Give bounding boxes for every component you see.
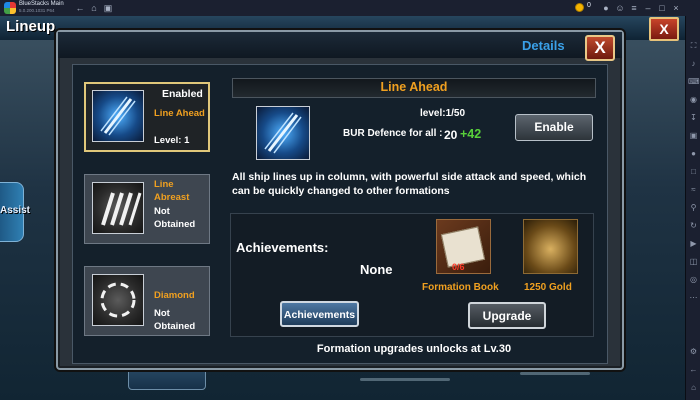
stat-value: 20: [444, 128, 458, 142]
coin-count: 0: [587, 2, 591, 9]
ship-wake: [360, 378, 450, 381]
macro-icon[interactable]: ▶: [688, 238, 699, 249]
bluestacks-logo-icon: [4, 2, 16, 14]
line-abreast-icon: [92, 182, 144, 234]
achievements-value: None: [360, 262, 393, 277]
minimize-icon[interactable]: –: [642, 2, 654, 14]
install-apk-icon[interactable]: ↧: [688, 112, 699, 123]
achievements-button[interactable]: Achievements: [280, 301, 359, 327]
account-icon[interactable]: ☺: [614, 2, 626, 14]
more-icon[interactable]: ⋯: [688, 292, 699, 303]
sidebar-back-icon[interactable]: ←: [688, 364, 699, 375]
assist-tab-label: Assist: [0, 205, 31, 216]
formation-book-count: 0/6: [452, 262, 465, 272]
formation-description: All ship lines up in column, with powerf…: [232, 171, 587, 197]
location-icon[interactable]: ⚲: [688, 202, 699, 213]
formation-name: Diamond: [154, 290, 195, 301]
sidebar-home-icon[interactable]: ⌂: [688, 382, 699, 393]
formation-level: level:1/50: [420, 108, 466, 119]
diamond-formation-icon: [92, 274, 144, 326]
enable-button[interactable]: Enable: [515, 114, 593, 141]
formation-status: Not Obtained: [154, 308, 196, 332]
formation-title: Line Ahead: [380, 80, 448, 94]
gamepad-icon[interactable]: ◉: [688, 94, 699, 105]
line-ahead-icon: [92, 90, 144, 142]
gold-cost-label: 1250 Gold: [524, 282, 572, 293]
emulator-title: BlueStacks Main: [19, 1, 64, 7]
lineup-close-button[interactable]: X: [649, 17, 679, 41]
close-button[interactable]: X: [585, 35, 615, 61]
emulator-sidebar: ⛶ ♪ ⌨ ◉ ↧ ▣ ● □ ≈ ⚲ ↻ ▶ ◫ ◎ ⋯ ⚙ ← ⌂: [685, 16, 700, 400]
stat-label: BUR Defence for all :: [343, 128, 443, 139]
achievements-heading: Achievements:: [236, 240, 329, 255]
unlock-note: Formation upgrades unlocks at Lv.30: [316, 343, 512, 355]
volume-icon[interactable]: ♪: [688, 58, 699, 69]
screenshot-icon[interactable]: ▣: [688, 130, 699, 141]
menu-icon[interactable]: ≡: [628, 2, 640, 14]
back-icon[interactable]: ←: [74, 2, 86, 14]
upgrade-button[interactable]: Upgrade: [468, 302, 546, 329]
folder-icon[interactable]: □: [688, 166, 699, 177]
formation-status: Not Obtained: [154, 206, 196, 230]
formation-name: Line Abreast: [154, 179, 190, 203]
gold-coins-icon[interactable]: [523, 219, 578, 274]
eco-mode-icon[interactable]: ◎: [688, 274, 699, 285]
bluestacks-window: BlueStacks Main 5.0.200.1031 P64 ← ⌂ ▣ 0…: [0, 0, 700, 400]
maximize-icon[interactable]: □: [656, 2, 668, 14]
shake-icon[interactable]: ≈: [688, 184, 699, 195]
multi-instance-icon[interactable]: ◫: [688, 256, 699, 267]
line-ahead-icon: [256, 106, 310, 160]
page-title: Lineup: [6, 18, 56, 35]
formation-name: Line Ahead: [154, 108, 205, 119]
ship-wake: [520, 372, 590, 375]
home-icon[interactable]: ⌂: [88, 2, 100, 14]
formation-level: Level: 1: [154, 135, 190, 146]
rotate-icon[interactable]: ↻: [688, 220, 699, 231]
multi-window-icon[interactable]: ▣: [102, 2, 114, 14]
coin-icon: [575, 3, 584, 12]
formation-status: Enabled: [162, 88, 203, 100]
dialog-title: Details: [522, 38, 565, 53]
formation-book-label: Formation Book: [422, 282, 499, 293]
fullscreen-icon[interactable]: ⛶: [688, 40, 699, 51]
stat-bonus: +42: [460, 127, 482, 141]
settings-icon[interactable]: ⚙: [688, 346, 699, 357]
close-window-icon[interactable]: ×: [670, 2, 682, 14]
record-icon[interactable]: ●: [688, 148, 699, 159]
keyboard-icon[interactable]: ⌨: [688, 76, 700, 87]
emulator-version: 5.0.200.1031 P64: [19, 8, 55, 13]
notification-icon[interactable]: ●: [600, 2, 612, 14]
